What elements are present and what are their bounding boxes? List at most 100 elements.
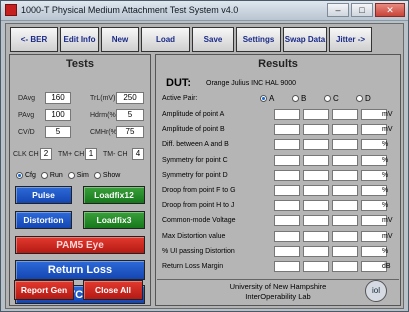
pavg-input[interactable]: 100 [45, 109, 71, 121]
result-value-field-pair-b [303, 109, 329, 120]
mode-sim-label: Sim [76, 172, 89, 179]
pair-d-radio[interactable]: D [356, 94, 371, 103]
dut-label: DUT: [166, 77, 192, 89]
pair-b-label: B [301, 94, 307, 103]
tests-title: Tests [66, 58, 94, 70]
footer-university: University of New Hampshire [229, 282, 327, 291]
result-label: Droop from point H to J [162, 202, 235, 210]
tm-plus-ch-input[interactable]: 1 [85, 148, 97, 160]
result-unit: % [382, 247, 389, 255]
trl-input[interactable]: 250 [116, 92, 144, 104]
result-label: Symmetry for point C [162, 156, 228, 164]
result-row: Max Distortion value mV [162, 230, 398, 244]
result-value-field-pair-c [332, 109, 358, 120]
minimize-icon[interactable]: – [327, 3, 349, 17]
radio-icon [324, 95, 331, 102]
toolbar-button-save[interactable]: Save [192, 27, 234, 52]
result-value-field-pair-a [274, 154, 300, 166]
pam5-eye-button[interactable]: PAM5 Eye [15, 236, 145, 254]
result-value-field-pair-a [274, 185, 300, 196]
result-value-field-pair-c [332, 215, 358, 227]
result-value-field-pair-c [332, 185, 358, 196]
result-row: Common-mode Voltage mV [162, 215, 398, 228]
result-value-field-pair-b [303, 230, 329, 242]
hdrm-input[interactable]: 5 [116, 109, 144, 121]
toolbar-button-new[interactable]: New [101, 27, 139, 52]
toolbar-button-swap-data[interactable]: Swap Data [283, 27, 327, 52]
distortion-button[interactable]: Distortion [15, 211, 72, 229]
mode-cfg-radio[interactable]: Cfg [16, 172, 36, 179]
result-value-field-pair-b [303, 139, 329, 151]
active-pair-label: Active Pair: [162, 95, 198, 102]
result-value-field-pair-a [274, 245, 300, 257]
result-label: Diff. between A and B [162, 141, 229, 149]
mode-run-radio[interactable]: Run [40, 172, 63, 179]
cmhr-input[interactable]: 75 [116, 126, 144, 138]
result-row: Return Loss Margin dB [162, 261, 398, 274]
toolbar-button-ber[interactable]: <- BER [10, 27, 58, 52]
radio-icon [93, 172, 101, 179]
loadfix3-button[interactable]: Loadfix3 [83, 211, 145, 229]
pair-d-label: D [365, 94, 371, 103]
pair-a-label: A [269, 94, 275, 103]
tm-minus-ch-input[interactable]: 4 [132, 148, 144, 160]
result-label: Droop from point F to G [162, 187, 236, 194]
result-value-field-pair-a [274, 200, 300, 212]
loadfix12-button[interactable]: Loadfix12 [83, 186, 145, 204]
result-unit: mV [382, 217, 393, 225]
mode-sim-radio[interactable]: Sim [67, 172, 89, 179]
pair-b-radio[interactable]: B [292, 94, 306, 103]
result-value-field-pair-c [332, 261, 358, 272]
tm-plus-ch-label: TM+ CH [58, 151, 85, 158]
results-panel: Results DUT: Orange Julius INC HAL 9000 … [155, 54, 401, 306]
cvd-label: CV/D [18, 129, 35, 136]
result-value-field-pair-a [274, 169, 300, 181]
close-all-button[interactable]: Close All [83, 280, 143, 300]
cmhr-label: CMHr(%) [90, 129, 120, 136]
toolbar-button-jitter[interactable]: Jitter -> [329, 27, 372, 52]
result-value-field-pair-a [274, 109, 300, 120]
close-window-icon[interactable]: ✕ [375, 3, 405, 17]
maximize-icon[interactable]: □ [351, 3, 373, 17]
main-client: <- BER Edit Info New Load Save Settings Swap D… [5, 23, 404, 309]
result-value-field-pair-b [303, 200, 329, 212]
pavg-label: PAvg [18, 112, 35, 119]
davg-label: DAvg [18, 95, 35, 102]
toolbar-button-edit-info[interactable]: Edit Info [60, 27, 99, 52]
return-loss-button[interactable]: Return Loss [15, 260, 145, 280]
result-value-field-pair-b [303, 245, 329, 257]
result-row: Symmetry for point C% [162, 154, 398, 168]
toolbar-button-load[interactable]: Load [141, 27, 190, 52]
hdrm-label: Hdrm(%) [90, 112, 118, 119]
pair-c-radio[interactable]: C [324, 94, 339, 103]
result-value-field-pair-b [303, 215, 329, 227]
radio-icon [292, 95, 299, 102]
tm-minus-ch-label: TM- CH [103, 151, 128, 158]
result-value-field-pair-a [274, 124, 300, 136]
app-window: 1000-T Physical Medium Attachment Test S… [0, 0, 409, 312]
cvd-input[interactable]: 5 [45, 126, 71, 138]
mode-cfg-label: Cfg [25, 172, 36, 179]
window-controls: – □ ✕ [327, 3, 405, 17]
result-value-field-pair-c [332, 169, 358, 181]
result-label: Return Loss Margin [162, 263, 224, 270]
clk-ch-input[interactable]: 2 [40, 148, 52, 160]
result-row: Symmetry for point D% [162, 169, 398, 183]
mode-show-radio[interactable]: Show [93, 172, 120, 179]
tests-panel: Tests DAvg 160 TrL(mV) 250 PAvg 100 Hdrm… [9, 54, 151, 306]
pair-a-radio[interactable]: A [260, 94, 274, 103]
davg-input[interactable]: 160 [45, 92, 71, 104]
report-gen-button[interactable]: Report Gen [14, 280, 74, 300]
result-unit: dB [382, 263, 391, 270]
pair-c-label: C [333, 94, 339, 103]
radio-icon [40, 172, 48, 179]
radio-icon [356, 95, 363, 102]
pulse-button[interactable]: Pulse [15, 186, 72, 204]
result-value-field-pair-c [332, 124, 358, 136]
result-label: Symmetry for point D [162, 171, 228, 179]
result-label: % UI passing Distortion [162, 247, 235, 255]
toolbar-button-settings[interactable]: Settings [236, 27, 281, 52]
result-unit: mV [382, 126, 393, 134]
mode-run-label: Run [49, 172, 63, 179]
result-unit: % [382, 202, 389, 210]
